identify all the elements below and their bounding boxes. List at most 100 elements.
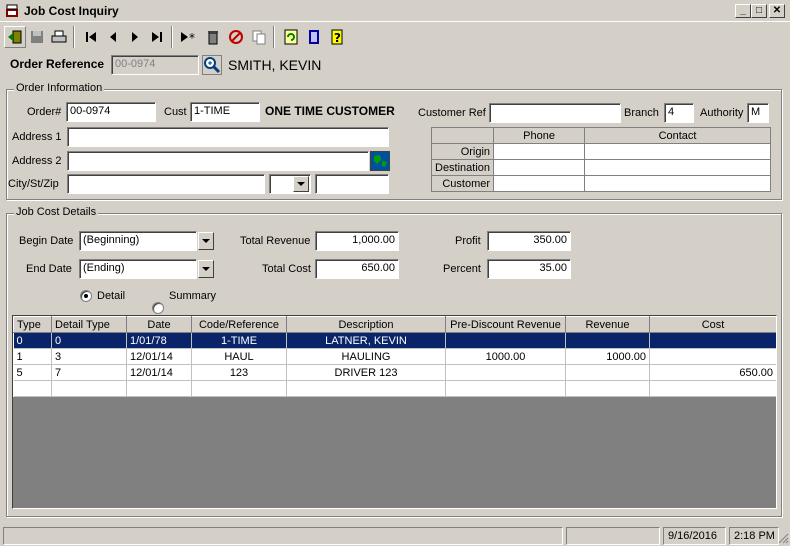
last-record-button[interactable] <box>146 26 168 48</box>
status-panel <box>566 527 660 545</box>
address1-field[interactable] <box>67 127 389 147</box>
minimize-button[interactable]: _ <box>735 4 751 18</box>
help-icon: ? <box>331 29 343 45</box>
cust-field[interactable]: 1-TIME <box>190 102 260 122</box>
first-record-button[interactable] <box>80 26 102 48</box>
order-number-label: Order# <box>27 106 62 118</box>
close-button[interactable]: ✕ <box>769 4 785 18</box>
table-row-empty[interactable] <box>13 380 776 397</box>
table-row[interactable]: 0 0 1/01/78 1-TIME LATNER, KEVIN <box>13 332 776 349</box>
origin-contact-cell[interactable] <box>584 143 771 160</box>
end-date-dropdown-button[interactable] <box>198 260 214 278</box>
customer-name-heading: SMITH, KEVIN <box>228 57 322 73</box>
total-revenue-label: Total Revenue <box>240 235 311 247</box>
column-header[interactable]: Cost <box>649 316 776 333</box>
column-header[interactable]: Revenue <box>565 316 650 333</box>
save-button[interactable] <box>26 26 48 48</box>
detail-type-cell: 7 <box>51 364 127 381</box>
status-message-panel <box>3 527 563 545</box>
column-header[interactable]: Detail Type <box>51 316 127 333</box>
origin-phone-cell[interactable] <box>493 143 586 160</box>
branch-field[interactable]: 4 <box>664 103 694 123</box>
table-row[interactable]: 5 7 12/01/14 123 DRIVER 123 650.00 <box>13 364 776 381</box>
refresh-icon <box>284 29 298 45</box>
contacts-header-blank <box>430 127 495 144</box>
detail-radio[interactable] <box>80 290 92 302</box>
zip-field[interactable] <box>315 174 389 194</box>
job-cost-details-title: Job Cost Details <box>14 206 99 218</box>
delete-button[interactable] <box>202 26 224 48</box>
exit-icon <box>8 30 22 44</box>
total-revenue-field[interactable]: 1,000.00 <box>315 231 399 251</box>
close-icon: ✕ <box>772 5 782 16</box>
detail-radio-label[interactable]: Detail <box>97 290 125 302</box>
maximize-button[interactable]: □ <box>751 4 767 18</box>
cost-cell <box>649 332 776 349</box>
column-header[interactable]: Description <box>286 316 446 333</box>
cust-name-text: ONE TIME CUSTOMER <box>265 104 395 118</box>
city-field[interactable] <box>67 174 265 194</box>
next-record-icon <box>132 32 138 42</box>
date-cell: 12/01/14 <box>126 364 192 381</box>
table-row[interactable]: 1 3 12/01/14 HAUL HAULING 1000.00 1000.0… <box>13 348 776 365</box>
copy-button[interactable] <box>248 26 270 48</box>
summary-radio-label[interactable]: Summary <box>169 290 216 302</box>
state-dropdown-button[interactable] <box>293 176 309 192</box>
profit-field[interactable]: 350.00 <box>487 231 571 251</box>
contacts-table: Phone Contact Origin Destination Custome… <box>430 127 771 192</box>
begin-date-dropdown-button[interactable] <box>198 232 214 250</box>
previous-record-icon <box>110 32 116 42</box>
lookup-button[interactable] <box>202 55 222 75</box>
contacts-row-customer: Customer <box>430 175 495 192</box>
authority-field[interactable]: M <box>747 103 769 123</box>
cost-cell: 650.00 <box>649 364 776 381</box>
total-cost-field[interactable]: 650.00 <box>315 259 399 279</box>
begin-date-select[interactable]: (Beginning) <box>79 231 197 251</box>
new-record-icon: * <box>181 31 195 44</box>
new-record-button[interactable]: * <box>178 26 200 48</box>
city-st-zip-label: City/St/Zip <box>8 178 59 190</box>
next-record-button[interactable] <box>124 26 146 48</box>
destination-contact-cell[interactable] <box>584 159 771 176</box>
address2-field[interactable] <box>67 151 369 171</box>
customer-contact-cell[interactable] <box>584 175 771 192</box>
order-reference-label: Order Reference <box>10 57 105 71</box>
chevron-down-icon <box>297 181 305 186</box>
cancel-icon <box>229 30 243 44</box>
order-reference-field[interactable]: 00-0974 <box>111 55 199 75</box>
percent-label: Percent <box>443 263 481 275</box>
job-cost-grid[interactable]: Type Detail Type Date Code/Reference Des… <box>12 315 777 509</box>
cost-cell <box>649 348 776 365</box>
map-button[interactable] <box>370 151 390 171</box>
end-date-select[interactable]: (Ending) <box>79 259 197 279</box>
column-header[interactable]: Type <box>13 316 52 333</box>
order-number-field[interactable]: 00-0974 <box>66 102 156 122</box>
code-cell: HAUL <box>191 348 287 365</box>
code-cell: 123 <box>191 364 287 381</box>
report-button[interactable] <box>303 26 325 48</box>
customer-ref-field[interactable] <box>489 103 621 123</box>
address2-label: Address 2 <box>12 155 62 167</box>
summary-radio[interactable] <box>152 302 164 314</box>
destination-phone-cell[interactable] <box>493 159 586 176</box>
column-header[interactable]: Code/Reference <box>191 316 287 333</box>
previous-record-button[interactable] <box>102 26 124 48</box>
description-cell: HAULING <box>286 348 446 365</box>
app-icon <box>6 4 18 17</box>
percent-field[interactable]: 35.00 <box>487 259 571 279</box>
delete-icon <box>208 31 218 45</box>
cancel-button[interactable] <box>225 26 247 48</box>
column-header[interactable]: Pre-Discount Revenue <box>445 316 566 333</box>
pre-discount-cell <box>445 332 566 349</box>
svg-text:?: ? <box>334 31 341 45</box>
print-button[interactable] <box>48 26 70 48</box>
refresh-button[interactable] <box>280 26 302 48</box>
help-button[interactable]: ? <box>326 26 348 48</box>
column-header[interactable]: Date <box>126 316 192 333</box>
customer-phone-cell[interactable] <box>493 175 586 192</box>
type-cell: 0 <box>13 332 52 349</box>
resize-grip-icon[interactable] <box>778 533 789 544</box>
chevron-down-icon <box>202 266 210 271</box>
report-icon <box>309 30 319 44</box>
exit-button[interactable] <box>4 26 26 48</box>
